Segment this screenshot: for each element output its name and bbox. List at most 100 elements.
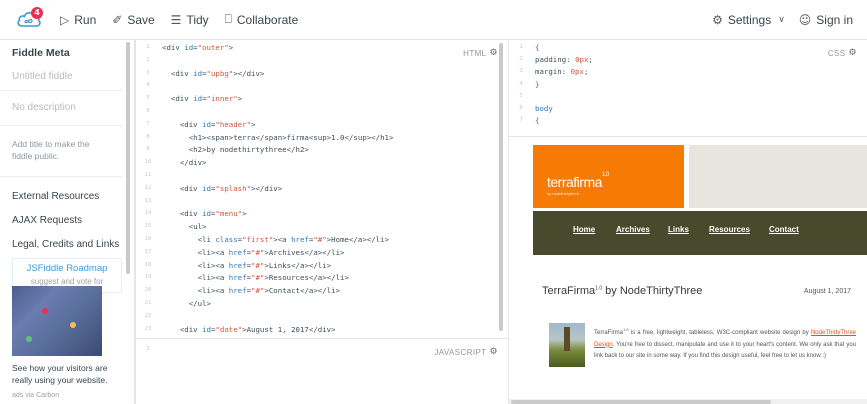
code-line[interactable]: 1 <box>136 343 508 356</box>
site-header: terrafirma1.0 by nodethirtythree <box>533 145 867 208</box>
site-menu-archives[interactable]: Archives <box>616 225 650 234</box>
css-editor[interactable]: CSS ⚙ 1{2 padding: 0px; 3 margin: 0px; 4} 5 6 b… <box>509 40 867 136</box>
html-editor-scrollbar[interactable] <box>499 43 503 331</box>
site-logo: terrafirma1.0 <box>547 172 609 190</box>
line-number: 5 <box>519 92 523 99</box>
code-line[interactable]: 5 <div id="inner"> <box>136 92 508 105</box>
result-horizontal-scrollbar[interactable] <box>509 399 867 404</box>
settings-button[interactable]: ⚙ Settings ∨ <box>712 13 785 27</box>
site-logo-version: 1.0 <box>601 172 609 178</box>
code-text: padding: 0px; <box>535 55 593 65</box>
collaborate-button[interactable]: ⎕ Collaborate <box>225 12 299 27</box>
code-line[interactable]: 12 <div id="splash"></div> <box>136 182 508 195</box>
code-text: <div id="inner"> <box>170 94 243 104</box>
ad-image[interactable] <box>12 286 102 356</box>
code-text: { <box>535 116 540 126</box>
tidy-button[interactable]: ☰ Tidy <box>171 13 209 27</box>
run-label: Run <box>74 12 97 27</box>
code-line[interactable]: 10 </div> <box>136 156 508 169</box>
javascript-editor[interactable]: JAVASCRIPT ⚙ 1 <box>136 338 508 404</box>
ad-text[interactable]: See how your visitors are really using y… <box>12 362 127 386</box>
code-line[interactable]: 23 <div id="date">August 1, 2017</div> <box>136 323 508 336</box>
code-line[interactable]: 4 <box>136 79 508 92</box>
line-number: 14 <box>144 210 152 217</box>
run-button[interactable]: ▷ Run <box>60 13 96 27</box>
align-lines-icon: ☰ <box>170 12 182 27</box>
site-logo-sub: by nodethirtythree <box>547 191 580 196</box>
line-number: 21 <box>144 300 152 306</box>
code-text: } <box>535 79 540 89</box>
code-line[interactable]: 4} <box>509 78 867 91</box>
fiddle-title-input[interactable]: Untitled fiddle <box>0 65 122 91</box>
code-line[interactable]: 2 <box>136 54 508 67</box>
roadmap-subtitle: suggest and vote for <box>30 277 104 286</box>
code-line[interactable]: 17 <li><a href="#">Archives</a></li> <box>136 246 508 259</box>
save-button[interactable]: ✐ Save <box>112 13 154 27</box>
site-menu-resources[interactable]: Resources <box>709 225 750 234</box>
sign-in-button[interactable]: ☺ Sign in <box>799 13 853 27</box>
fiddle-description-input[interactable]: No description <box>0 91 122 126</box>
line-number: 6 <box>519 105 523 111</box>
code-line[interactable]: 3 margin: 0px; <box>509 65 867 78</box>
code-line[interactable]: 16 <li class="first"><a href="#">Home</a… <box>136 233 508 246</box>
code-text: margin: 0px; <box>535 67 589 77</box>
post-body-end: . You're free to dissect, manipulate and… <box>594 341 856 360</box>
user-circle-icon: ☺ <box>798 13 812 27</box>
code-line[interactable]: 18 <li><a href="#">Links</a></li> <box>136 259 508 272</box>
chevron-down-icon: ∨ <box>778 15 785 25</box>
scrollbar-thumb[interactable] <box>511 400 771 404</box>
code-line[interactable]: 2 padding: 0px; <box>509 53 867 66</box>
chat-bubble-icon: ⎕ <box>224 12 232 26</box>
heatmap-dot <box>70 322 76 328</box>
code-line[interactable]: 14 <div id="menu"> <box>136 207 508 220</box>
code-line[interactable]: 22 <box>136 310 508 323</box>
code-line[interactable]: 1{ <box>509 41 867 54</box>
jsfiddle-logo[interactable]: 4 <box>16 6 44 32</box>
code-text: <div id="header"> <box>179 119 256 129</box>
top-toolbar: 4 ▷ Run ✐ Save ☰ Tidy ⎕ Collaborate ⚙ Se… <box>0 0 867 40</box>
line-number: 23 <box>144 325 152 332</box>
pencil-icon: ✐ <box>112 12 123 27</box>
site-menu: Home Archives Links Resources Contact <box>533 211 867 255</box>
ad-via-carbon[interactable]: ads via Carbon <box>12 392 59 399</box>
site-menu-home[interactable]: Home <box>573 225 595 234</box>
post-date: August 1, 2017 <box>803 288 851 295</box>
line-number: 16 <box>144 236 152 242</box>
post-title-rest: by NodeThirtyThree <box>602 285 703 297</box>
roadmap-title: JSFiddle Roadmap <box>26 263 108 274</box>
code-line[interactable]: 6 <box>136 105 508 118</box>
site-menu-links[interactable]: Links <box>668 225 689 234</box>
line-number: 11 <box>144 172 152 178</box>
code-line[interactable]: 7 <div id="header"> <box>136 118 508 131</box>
code-line[interactable]: 5 <box>509 90 867 103</box>
result-preview[interactable]: terrafirma1.0 by nodethirtythree Home Ar… <box>509 136 867 404</box>
collaborate-label: Collaborate <box>236 12 299 27</box>
code-text: <ul> <box>188 222 207 232</box>
html-editor[interactable]: HTML ⚙ 1 <div id="outer"> 2 3 <div id="upbg… <box>136 40 508 337</box>
post-body-start: TerraFirma <box>594 330 624 336</box>
code-line[interactable]: 7{ <box>509 114 867 127</box>
sidebar-item-legal[interactable]: Legal, Credits and Links <box>0 239 134 250</box>
settings-label: Settings <box>727 13 772 27</box>
code-line[interactable]: 9 <h2>by nodethirtythree</h2> <box>136 143 508 156</box>
sign-in-label: Sign in <box>816 13 853 27</box>
sidebar-item-ajax-requests[interactable]: AJAX Requests <box>0 215 134 226</box>
notification-badge[interactable]: 4 <box>31 6 43 19</box>
line-number: 8 <box>146 133 150 140</box>
sidebar-item-external-resources[interactable]: External Resources <box>0 191 134 202</box>
code-line[interactable]: 11 <box>136 169 508 182</box>
site-menu-contact[interactable]: Contact <box>769 225 799 234</box>
code-line[interactable]: 6 body <box>509 102 867 115</box>
line-number: 5 <box>146 95 150 102</box>
line-number: 3 <box>519 68 523 75</box>
sidebar-scrollbar[interactable] <box>126 42 130 274</box>
code-line[interactable]: 3 <div id="upbg"></div> <box>136 67 508 80</box>
code-line[interactable]: 20 <li><a href="#">Contact</a></li> <box>136 284 508 297</box>
code-line[interactable]: 19 <li><a href="#">Resources</a></li> <box>136 271 508 284</box>
code-line[interactable]: 8 <h1><span>terra</span>firma<sup>1.0</s… <box>136 131 508 144</box>
code-line[interactable]: 21 </ul> <box>136 297 508 310</box>
code-line[interactable]: 15 <ul> <box>136 220 508 233</box>
code-line[interactable]: 1 <div id="outer"> <box>136 41 508 54</box>
post-body: TerraFirma1.0 is a free, lightweight, ta… <box>594 324 856 363</box>
code-line[interactable]: 13 <box>136 195 508 208</box>
